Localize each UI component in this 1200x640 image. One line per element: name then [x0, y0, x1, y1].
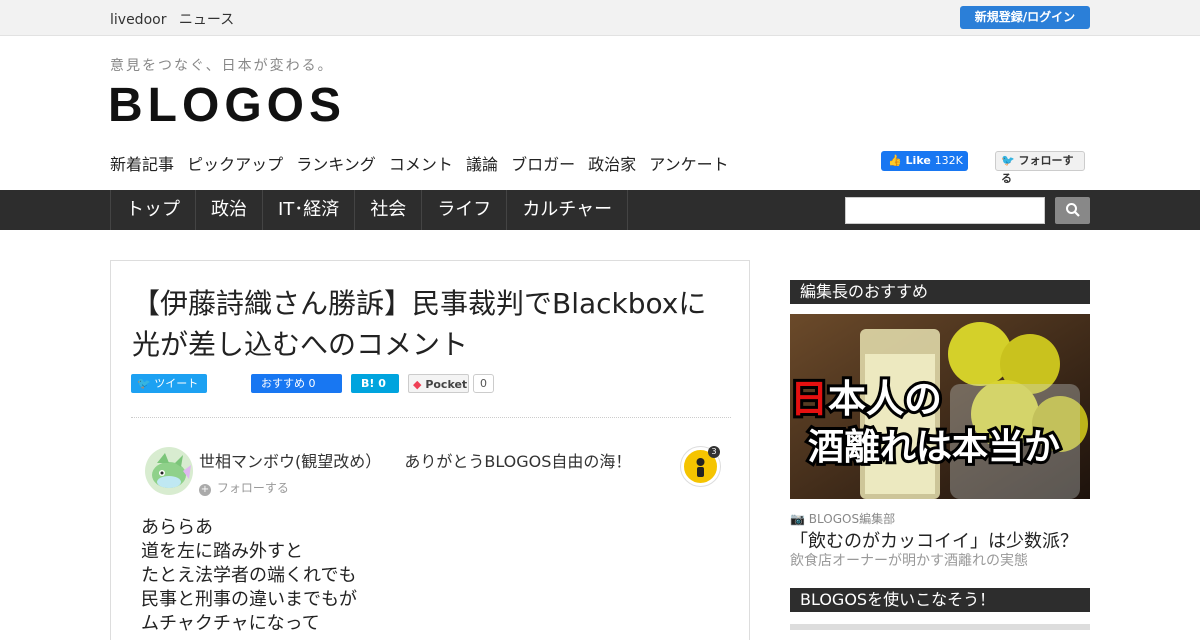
comment-line: ムチャクチャになって [141, 613, 320, 634]
comment-line: 道を左に踏み外すと [141, 541, 303, 562]
sub-navigation: 新着記事 ピックアップ ランキング コメント 議論 ブロガー 政治家 アンケート [110, 151, 737, 175]
comment-body: あららあ 道を左に踏み外すと たとえ法学者の端くれでも 民事と刑事の違いまでもが… [141, 516, 357, 636]
top-bar: livedoor ニュース 新規登録/ログイン [0, 0, 1200, 36]
pocket-icon: ◆ [413, 378, 422, 391]
nav-top[interactable]: トップ [111, 190, 196, 230]
follow-link[interactable]: + フォローする [199, 479, 289, 496]
search-button[interactable] [1055, 197, 1090, 224]
featured-article-image[interactable]: 日 本人の 酒離れは本当か [790, 314, 1090, 499]
pocket-label: Pocket [425, 378, 468, 391]
drinks-photo-illustration: 日 本人の 酒離れは本当か [790, 314, 1090, 499]
thumbs-up-icon: 👍 [888, 154, 902, 167]
subnav-item-survey[interactable]: アンケート [649, 155, 728, 174]
twitter-follow-button[interactable]: 🐦 フォローする [995, 151, 1085, 185]
login-button[interactable]: 新規登録/ログイン [960, 6, 1090, 29]
brand-livedoor[interactable]: livedoor [110, 12, 166, 28]
hero-source: 📷 BLOGOS編集部 [790, 510, 895, 527]
nav-life[interactable]: ライフ [422, 190, 508, 230]
divider [131, 417, 731, 418]
subnav-item-pickup[interactable]: ピックアップ [187, 155, 283, 174]
use-blogos-heading: BLOGOSを使いこなそう！ [790, 588, 1090, 612]
sunfish-avatar-icon [152, 453, 191, 488]
subnav-item-ranking[interactable]: ランキング [296, 155, 376, 174]
subnav-item-politician[interactable]: 政治家 [588, 155, 636, 174]
pocket-button[interactable]: ◆ Pocket [408, 374, 469, 393]
hero-text-line2: 酒離れは本当か [808, 427, 1060, 468]
fb-recommend-button[interactable]: おすすめ 0 [251, 374, 342, 393]
subnav-item-blogger[interactable]: ブロガー [511, 155, 575, 174]
comment-line: あららあ [141, 517, 213, 538]
fb-recommend-label: おすすめ 0 [261, 377, 316, 390]
pocket-count: 0 [473, 374, 494, 393]
facebook-like-button[interactable]: 👍 Like 132K [881, 151, 968, 171]
livedoor-brand[interactable]: livedoor ニュース [110, 9, 242, 29]
hero-text-line1: 本人の [828, 377, 942, 421]
search-icon [1065, 203, 1080, 217]
hero-source-label[interactable]: BLOGOS編集部 [809, 512, 895, 526]
editor-pick-heading: 編集長のおすすめ [790, 280, 1090, 304]
nav-culture[interactable]: カルチャー [507, 190, 629, 230]
subnav-item-new[interactable]: 新着記事 [110, 155, 174, 174]
follow-label: フォローする [216, 481, 289, 495]
hatena-bookmark-button[interactable]: B! 0 [351, 374, 399, 393]
plus-icon: + [199, 484, 211, 496]
comment-line: たとえ法学者の端くれでも [141, 565, 357, 586]
article-card: 【伊藤詩織さん勝訴】民事裁判でBlackboxに光が差し込むへのコメント 🐦 ツ… [110, 260, 750, 640]
tweet-button[interactable]: 🐦 ツイート [131, 374, 207, 393]
badge-count: 3 [708, 446, 720, 458]
twitter-bird-icon: 🐦 [137, 377, 151, 390]
nav-politics[interactable]: 政治 [196, 190, 263, 230]
subnav-item-comment[interactable]: コメント [389, 155, 453, 174]
blogos-logo[interactable]: BLOGOS [108, 78, 346, 133]
main-navigation: トップ 政治 IT･経済 社会 ライフ カルチャー [0, 190, 1200, 230]
fb-like-label: Like [905, 154, 931, 167]
user-rank-badge: 3 [681, 446, 720, 486]
hero-text-red: 日 [790, 377, 828, 421]
tagline: 意見をつなぐ、日本が変わる。 [110, 58, 334, 74]
comment-line: 民事と刑事の違いまでもが [141, 589, 357, 610]
brand-news[interactable]: ニュース [179, 12, 234, 28]
sidebar-widget-top [790, 624, 1090, 630]
featured-article-subtitle[interactable]: 飲食店オーナーが明かす酒離れの実態 [790, 550, 1028, 570]
nav-it-economy[interactable]: IT･経済 [263, 190, 356, 230]
fb-like-count: 132K [934, 154, 963, 167]
author-message: ありがとうBLOGOS自由の海！ [404, 452, 632, 471]
avatar[interactable] [145, 447, 193, 495]
subnav-item-debate[interactable]: 議論 [466, 155, 498, 174]
nav-society[interactable]: 社会 [355, 190, 423, 230]
twitter-bird-icon: 🐦 [1001, 154, 1015, 167]
search-input[interactable] [845, 197, 1045, 224]
article-title: 【伊藤詩織さん勝訴】民事裁判でBlackboxに光が差し込むへのコメント [132, 287, 707, 361]
tweet-label: ツイート [154, 377, 199, 390]
author-name[interactable]: 世相マンボウ(観望改め） [199, 452, 381, 471]
camera-icon: 📷 [790, 512, 805, 526]
comment-author: 世相マンボウ(観望改め） ありがとうBLOGOS自由の海！ [199, 448, 631, 472]
